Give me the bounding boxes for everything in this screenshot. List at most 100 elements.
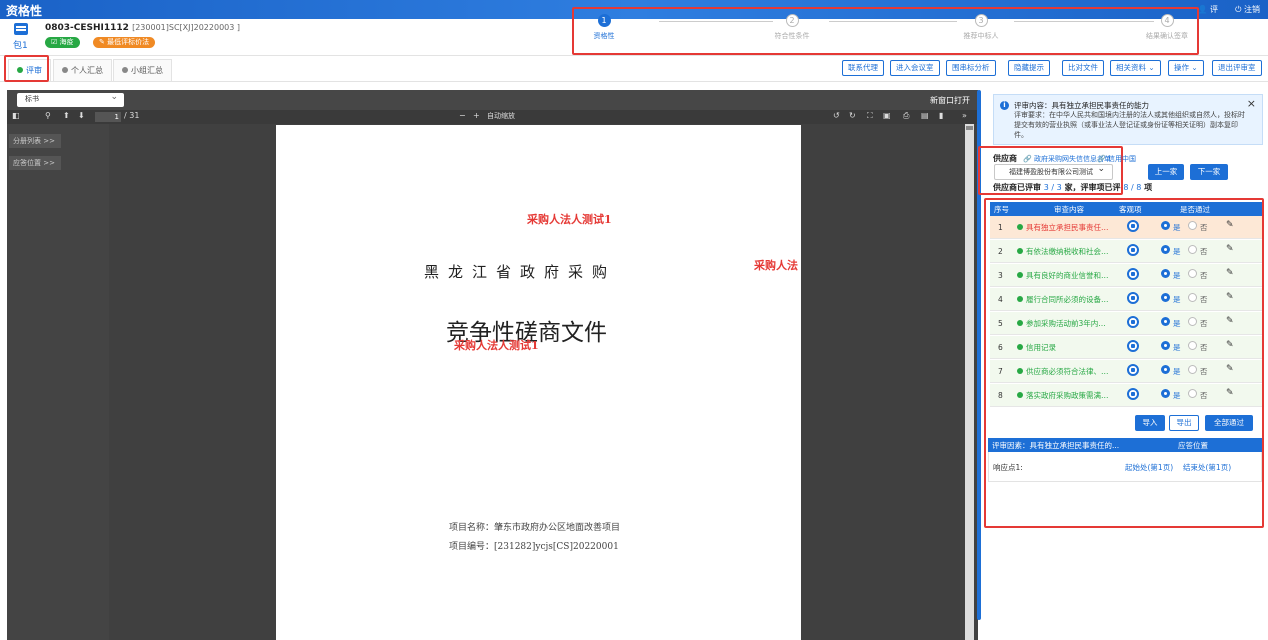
tools-menu-icon[interactable]: » bbox=[962, 111, 967, 120]
edit-icon[interactable]: ✎ bbox=[1226, 220, 1234, 230]
table-row[interactable]: 8 落实政府采购政策需满足的资格要求 是 否 ✎ bbox=[990, 384, 1262, 407]
pass-no-radio[interactable] bbox=[1188, 293, 1197, 302]
table-row[interactable]: 3 具有良好的商业信誉和健全的财务会计制度 是 否 ✎ bbox=[990, 264, 1262, 287]
pass-yes-radio[interactable] bbox=[1161, 245, 1170, 254]
pass-yes-radio[interactable] bbox=[1161, 221, 1170, 230]
pass-yes-radio[interactable] bbox=[1161, 317, 1170, 326]
hide-tips-button[interactable]: 隐藏提示 bbox=[1008, 60, 1050, 76]
objective-item-icon[interactable] bbox=[1127, 340, 1139, 352]
operations-dropdown[interactable]: 操作 ⌄ bbox=[1168, 60, 1204, 76]
zoom-in-icon[interactable]: + bbox=[473, 111, 480, 120]
edit-icon[interactable]: ✎ bbox=[1226, 268, 1234, 278]
open-new-window-button[interactable]: 新窗口打开 bbox=[930, 95, 970, 106]
row-content[interactable]: 具有独立承担民事责任的能力 bbox=[1026, 222, 1110, 233]
supplier-select[interactable]: 福建博盈股份有限公司测试 bbox=[994, 162, 1113, 180]
table-row[interactable]: 6 信用记录 是 否 ✎ bbox=[990, 336, 1262, 359]
row-content[interactable]: 履行合同所必须的设备和专业技术能力 bbox=[1026, 294, 1110, 305]
table-row[interactable]: 4 履行合同所必须的设备和专业技术能力 是 否 ✎ bbox=[990, 288, 1262, 311]
scroll-thumb[interactable] bbox=[966, 126, 973, 130]
viewer-header: 标书 新窗口打开 bbox=[7, 90, 978, 110]
objective-item-icon[interactable] bbox=[1127, 316, 1139, 328]
next-page-icon[interactable]: ⬇ bbox=[78, 111, 85, 120]
fullscreen-icon[interactable]: ⛶ bbox=[867, 111, 873, 121]
package-label[interactable]: 包1 bbox=[13, 38, 28, 51]
contact-agent-button[interactable]: 联系代理 bbox=[842, 60, 884, 76]
pdf-scrollbar[interactable] bbox=[965, 124, 974, 640]
edit-icon[interactable]: ✎ bbox=[1226, 244, 1234, 254]
objective-item-icon[interactable] bbox=[1127, 388, 1139, 400]
edit-icon[interactable]: ✎ bbox=[1226, 292, 1234, 302]
table-row[interactable]: 1 具有独立承担民事责任的能力 是 否 ✎ bbox=[990, 216, 1262, 239]
export-button[interactable]: 导出 bbox=[1169, 415, 1199, 431]
open-file-icon[interactable]: ▣ bbox=[883, 111, 891, 120]
page-number-input[interactable]: 1 bbox=[95, 112, 121, 122]
pass-no-radio[interactable] bbox=[1188, 221, 1197, 230]
close-icon[interactable]: × bbox=[1247, 97, 1256, 110]
step-4[interactable]: 4 结果确认签章 bbox=[1107, 14, 1227, 41]
step-1[interactable]: 1 资格性 bbox=[544, 14, 664, 41]
pass-yes-radio[interactable] bbox=[1161, 389, 1170, 398]
rotate-cw-icon[interactable]: ↻ bbox=[849, 111, 856, 120]
pass-all-button[interactable]: 全部通过 bbox=[1205, 415, 1253, 431]
pdf-page: 采购人法人测试1 采购人法 黑龙江省政府采购 竞争性磋商文件 采购人法人测试1 … bbox=[276, 125, 801, 640]
prev-page-icon[interactable]: ⬆ bbox=[63, 111, 70, 120]
pass-yes-radio[interactable] bbox=[1161, 269, 1170, 278]
volume-list-item[interactable]: 分册列表 >> bbox=[9, 134, 61, 148]
prev-supplier-button[interactable]: 上一家 bbox=[1148, 164, 1184, 180]
search-icon[interactable]: ⚲ bbox=[45, 111, 51, 120]
edit-icon[interactable]: ✎ bbox=[1226, 340, 1234, 350]
edit-icon[interactable]: ✎ bbox=[1226, 364, 1234, 374]
row-content[interactable]: 落实政府采购政策需满足的资格要求 bbox=[1026, 390, 1110, 401]
pass-no-radio[interactable] bbox=[1188, 245, 1197, 254]
step-3[interactable]: 3 推荐中标人 bbox=[921, 14, 1041, 41]
row-content[interactable]: 具有良好的商业信誉和健全的财务会计制度 bbox=[1026, 270, 1110, 281]
print-icon[interactable]: ⎙ bbox=[903, 111, 909, 121]
document-select[interactable]: 标书 bbox=[17, 91, 124, 107]
enter-meeting-room-button[interactable]: 进入会议室 bbox=[890, 60, 940, 76]
download-icon[interactable]: ▤ bbox=[921, 111, 929, 120]
compare-files-button[interactable]: 比对文件 bbox=[1062, 60, 1104, 76]
logout-button[interactable]: ⏻ 注销 bbox=[1235, 4, 1260, 15]
edit-icon[interactable]: ✎ bbox=[1226, 316, 1234, 326]
table-row[interactable]: 2 有依法缴纳税收和社会保障资金的良好记录 是 否 ✎ bbox=[990, 240, 1262, 263]
pass-yes-radio[interactable] bbox=[1161, 293, 1170, 302]
row-content[interactable]: 信用记录 bbox=[1026, 342, 1110, 353]
table-row[interactable]: 7 供应商必须符合法律、行政法规规定的其他条件 是 否 ✎ bbox=[990, 360, 1262, 383]
answer-position-item[interactable]: 应答位置 >> bbox=[9, 156, 61, 170]
tab-personal-summary[interactable]: 个人汇总 bbox=[53, 59, 112, 81]
import-button[interactable]: 导入 bbox=[1135, 415, 1165, 431]
zoom-select[interactable]: 自动缩放 bbox=[487, 111, 515, 121]
step-2[interactable]: 2 符合性条件 bbox=[732, 14, 852, 41]
pass-no-radio[interactable] bbox=[1188, 317, 1197, 326]
pass-no-radio[interactable] bbox=[1188, 389, 1197, 398]
row-content[interactable]: 参加采购活动前3年内，在经营活动中没有重大违法记录 bbox=[1026, 318, 1110, 329]
pass-no-radio[interactable] bbox=[1188, 341, 1197, 350]
rotate-ccw-icon[interactable]: ↺ bbox=[833, 111, 840, 120]
pass-yes-radio[interactable] bbox=[1161, 341, 1170, 350]
row-content[interactable]: 有依法缴纳税收和社会保障资金的良好记录 bbox=[1026, 246, 1110, 257]
objective-item-icon[interactable] bbox=[1127, 364, 1139, 376]
end-position-link[interactable]: 结束处(第1页) bbox=[1183, 462, 1231, 473]
bid-collusion-analysis-button[interactable]: 围串标分析 bbox=[946, 60, 996, 76]
row-content[interactable]: 供应商必须符合法律、行政法规规定的其他条件 bbox=[1026, 366, 1110, 377]
sidebar-toggle-icon[interactable]: ◧ bbox=[12, 111, 20, 120]
edit-icon[interactable]: ✎ bbox=[1226, 388, 1234, 398]
objective-item-icon[interactable] bbox=[1127, 268, 1139, 280]
zoom-out-icon[interactable]: − bbox=[459, 111, 466, 120]
table-row[interactable]: 5 参加采购活动前3年内，在经营活动中没有重大违法记录 是 否 ✎ bbox=[990, 312, 1262, 335]
related-materials-dropdown[interactable]: 相关资料 ⌄ bbox=[1110, 60, 1161, 76]
pass-no-radio[interactable] bbox=[1188, 269, 1197, 278]
step-label: 资格性 bbox=[593, 32, 615, 40]
factor-title: 评审因素：具有独立承担民事责任的... bbox=[992, 441, 1120, 450]
objective-item-icon[interactable] bbox=[1127, 244, 1139, 256]
objective-item-icon[interactable] bbox=[1127, 220, 1139, 232]
tab-group-summary[interactable]: 小组汇总 bbox=[113, 59, 172, 81]
pass-yes-radio[interactable] bbox=[1161, 365, 1170, 374]
start-position-link[interactable]: 起始处(第1页) bbox=[1125, 462, 1173, 473]
exit-review-room-button[interactable]: 退出评审室 bbox=[1212, 60, 1262, 76]
bookmark-icon[interactable]: ▮ bbox=[939, 111, 943, 120]
objective-item-icon[interactable] bbox=[1127, 292, 1139, 304]
pass-no-radio[interactable] bbox=[1188, 365, 1197, 374]
next-supplier-button[interactable]: 下一家 bbox=[1190, 164, 1228, 180]
progress-suppliers: 3 / 3 bbox=[1043, 183, 1062, 192]
